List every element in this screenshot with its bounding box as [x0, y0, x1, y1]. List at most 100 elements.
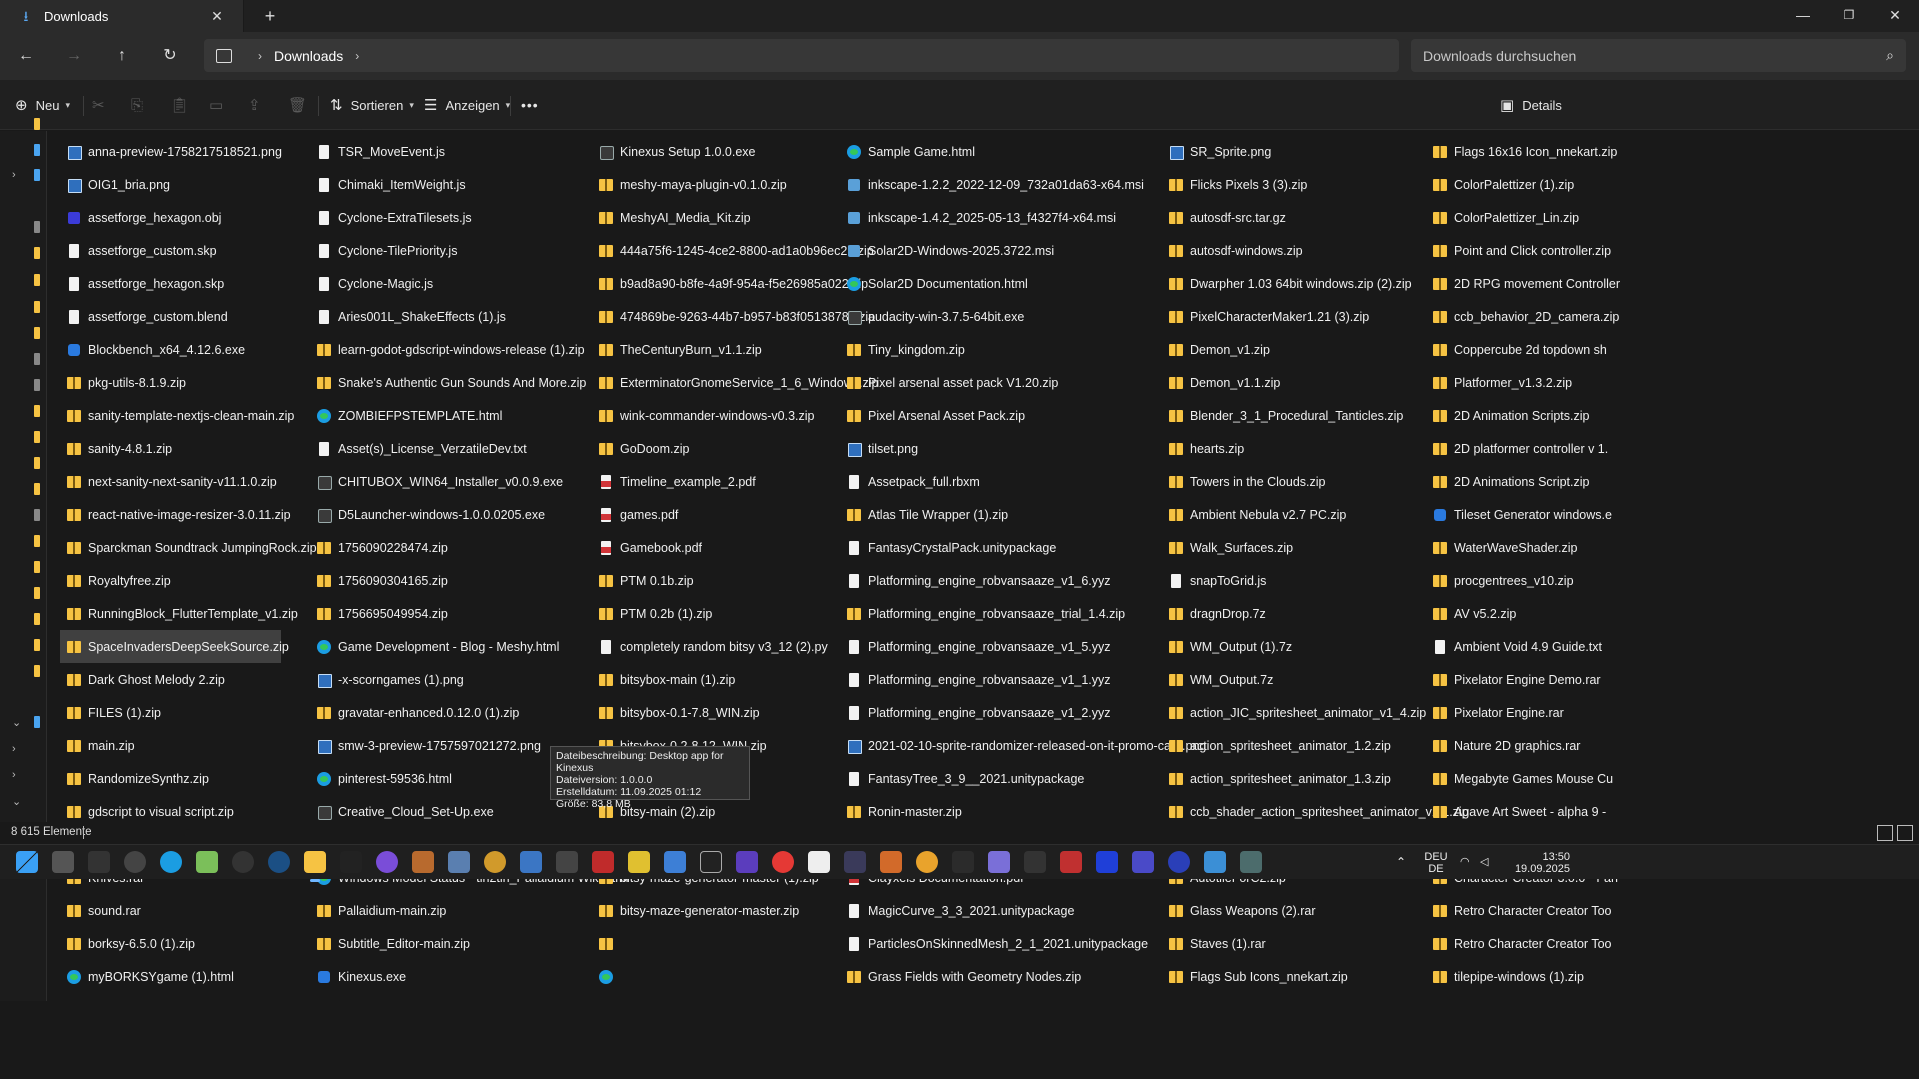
up-button[interactable]: ↑ — [108, 42, 136, 70]
file-item[interactable]: FantasyCrystalPack.unitypackage — [840, 531, 1206, 564]
file-item[interactable]: autosdf-src.tar.gz — [1162, 201, 1469, 234]
file-item[interactable]: OIG1_bria.png — [60, 168, 317, 201]
file-item[interactable]: ccb_behavior_2D_camera.zip — [1426, 300, 1624, 333]
file-item[interactable]: sanity-4.8.1.zip — [60, 432, 317, 465]
file-item[interactable]: Retro Character Creator Too — [1426, 927, 1624, 960]
chevron-right-icon[interactable]: › — [355, 49, 359, 63]
file-item[interactable]: next-sanity-next-sanity-v11.1.0.zip — [60, 465, 317, 498]
app-icon[interactable] — [988, 851, 1010, 873]
app-icon[interactable] — [1240, 851, 1262, 873]
file-item[interactable]: action_JIC_spritesheet_animator_v1_4.zip — [1162, 696, 1469, 729]
file-item[interactable]: Demon_v1.1.zip — [1162, 366, 1469, 399]
file-item[interactable]: Pixel arsenal asset pack V1.20.zip — [840, 366, 1206, 399]
file-item[interactable]: Tiny_kingdom.zip — [840, 333, 1206, 366]
delete-button[interactable]: 🗑︎ — [288, 92, 315, 118]
search-icon[interactable]: ⌕ — [1886, 47, 1894, 64]
file-item[interactable]: Megabyte Games Mouse Cu — [1426, 762, 1624, 795]
file-item[interactable]: 1756695049954.zip — [310, 597, 628, 630]
app-icon[interactable] — [592, 851, 614, 873]
file-item[interactable]: inkscape-1.2.2_2022-12-09_732a01da63-x64… — [840, 168, 1206, 201]
file-item[interactable]: Pixelator Engine.rar — [1426, 696, 1624, 729]
file-item[interactable]: assetforge_custom.skp — [60, 234, 317, 267]
file-item[interactable]: Platforming_engine_robvansaaze_v1_1.yyz — [840, 663, 1206, 696]
file-item[interactable]: Royaltyfree.zip — [60, 564, 317, 597]
file-item[interactable]: Solar2D Documentation.html — [840, 267, 1206, 300]
nav-item[interactable] — [0, 405, 47, 423]
nav-item[interactable] — [0, 613, 47, 631]
file-item[interactable]: anna-preview-1758217518521.png — [60, 135, 317, 168]
file-item[interactable]: Solar2D-Windows-2025.3722.msi — [840, 234, 1206, 267]
file-item[interactable]: Grass Fields with Geometry Nodes.zip — [840, 960, 1206, 993]
file-item[interactable]: autosdf-windows.zip — [1162, 234, 1469, 267]
tiles-view-button[interactable] — [1897, 825, 1913, 841]
refresh-button[interactable]: ↻ — [156, 42, 184, 70]
file-item[interactable]: Subtitle_Editor-main.zip — [310, 927, 628, 960]
file-item[interactable]: hearts.zip — [1162, 432, 1469, 465]
app-icon[interactable] — [736, 851, 758, 873]
tab-downloads[interactable]: ⭳ Downloads ✕ — [0, 0, 244, 32]
breadcrumb-downloads[interactable]: Downloads — [274, 48, 343, 64]
file-item[interactable]: 2D RPG movement Controller — [1426, 267, 1624, 300]
app-icon[interactable] — [340, 851, 362, 873]
file-item[interactable]: 2D Animation Scripts.zip — [1426, 399, 1624, 432]
file-item[interactable]: assetforge_custom.blend — [60, 300, 317, 333]
file-item[interactable]: Snake's Authentic Gun Sounds And More.zi… — [310, 366, 628, 399]
nav-item[interactable] — [0, 457, 47, 475]
nav-item[interactable] — [0, 274, 47, 292]
chatgpt-icon[interactable] — [124, 851, 146, 873]
search-input[interactable] — [1423, 47, 1887, 64]
file-item[interactable]: Demon_v1.zip — [1162, 333, 1469, 366]
file-item[interactable]: ParticlesOnSkinnedMesh_2_1_2021.unitypac… — [840, 927, 1206, 960]
file-item[interactable]: Pallaidium-main.zip — [310, 894, 628, 927]
steam-icon[interactable] — [268, 851, 290, 873]
more-options-button[interactable]: ••• — [521, 92, 539, 118]
file-item[interactable]: tilepipe-windows (1).zip — [1426, 960, 1624, 993]
forward-button[interactable]: → — [60, 42, 88, 70]
app-icon[interactable] — [700, 851, 722, 873]
chevron-up-icon[interactable]: ⌃ — [1396, 856, 1406, 868]
new-tab-button[interactable]: + — [258, 4, 282, 28]
file-item[interactable]: RandomizeSynthz.zip — [60, 762, 317, 795]
nav-item[interactable]: › — [0, 769, 47, 787]
file-item[interactable]: Sample Game.html — [840, 135, 1206, 168]
app-icon[interactable] — [628, 851, 650, 873]
cut-button[interactable]: ✂ — [92, 92, 113, 118]
file-item[interactable]: audacity-win-3.7.5-64bit.exe — [840, 300, 1206, 333]
nav-item[interactable] — [0, 483, 47, 501]
file-item[interactable]: Platforming_engine_robvansaaze_v1_2.yyz — [840, 696, 1206, 729]
file-item[interactable]: main.zip — [60, 729, 317, 762]
chevron-right-icon[interactable]: › — [12, 769, 16, 781]
file-item[interactable]: procgentrees_v10.zip — [1426, 564, 1624, 597]
nav-item[interactable] — [0, 509, 47, 527]
nav-item[interactable] — [0, 118, 47, 136]
file-item[interactable]: Retro Character Creator Too — [1426, 894, 1624, 927]
file-item[interactable]: TheCenturyBurn_v1.1.zip — [592, 333, 878, 366]
file-item[interactable]: Timeline_example_2.pdf — [592, 465, 878, 498]
file-item[interactable]: Blockbench_x64_4.12.6.exe — [60, 333, 317, 366]
file-item[interactable]: WM_Output.7z — [1162, 663, 1469, 696]
file-item[interactable]: D5Launcher-windows-1.0.0.0205.exe — [310, 498, 628, 531]
file-item[interactable]: Asset(s)_License_VerzatileDev.txt — [310, 432, 628, 465]
chevron-right-icon[interactable]: › — [12, 743, 16, 755]
view-button[interactable]: ☰ Anzeigen ▾ — [424, 92, 510, 118]
app-icon[interactable] — [1024, 851, 1046, 873]
file-item[interactable]: SpaceInvadersDeepSeekSource.zip — [60, 630, 289, 663]
file-item[interactable]: SR_Sprite.png — [1162, 135, 1469, 168]
file-item[interactable]: Kinexus.exe — [310, 960, 628, 993]
file-item[interactable]: snapToGrid.js — [1162, 564, 1469, 597]
file-item[interactable]: Walk_Surfaces.zip — [1162, 531, 1469, 564]
file-item[interactable]: Ambient Nebula v2.7 PC.zip — [1162, 498, 1469, 531]
app-icon[interactable] — [916, 851, 938, 873]
file-item[interactable]: AV v5.2.zip — [1426, 597, 1624, 630]
file-item[interactable]: wink-commander-windows-v0.3.zip — [592, 399, 878, 432]
share-button[interactable]: ⇪ — [248, 92, 269, 118]
file-item[interactable]: Point and Click controller.zip — [1426, 234, 1624, 267]
file-item[interactable]: Glass Weapons (2).rar — [1162, 894, 1469, 927]
file-item[interactable]: WaterWaveShader.zip — [1426, 531, 1624, 564]
file-item[interactable]: react-native-image-resizer-3.0.11.zip — [60, 498, 317, 531]
file-item[interactable]: Aries001L_ShakeEffects (1).js — [310, 300, 628, 333]
rename-button[interactable]: ▭ — [209, 92, 231, 118]
app-icon[interactable] — [1168, 851, 1190, 873]
app-icon[interactable] — [808, 851, 830, 873]
file-item[interactable]: Cyclone-TilePriority.js — [310, 234, 628, 267]
